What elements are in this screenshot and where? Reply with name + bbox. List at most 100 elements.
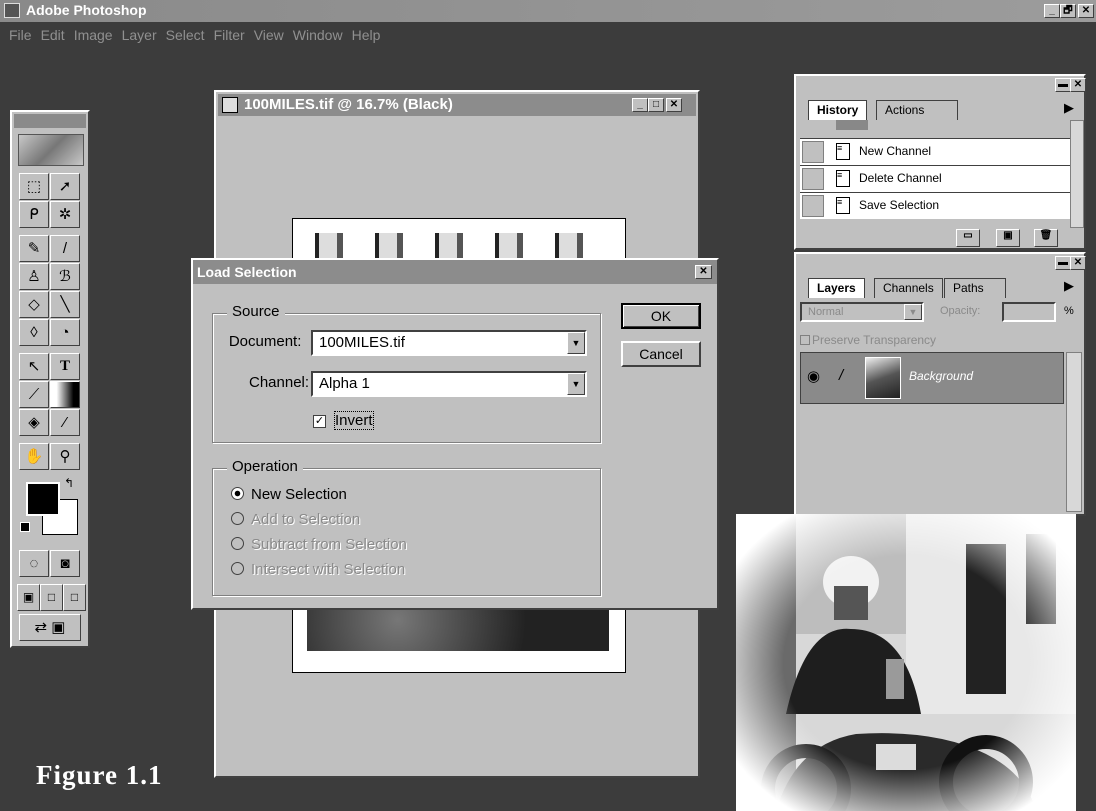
airbrush-tool-icon[interactable]: ✎ <box>19 235 49 262</box>
quick-mask-mode-icon[interactable]: ◙ <box>50 550 80 577</box>
tab-actions[interactable]: Actions <box>876 100 958 120</box>
dialog-close-button[interactable]: ✕ <box>695 265 712 279</box>
standard-screen-icon[interactable]: ▣ <box>17 584 40 611</box>
history-brush-source-box[interactable] <box>802 141 824 163</box>
magic-wand-tool-icon[interactable]: ✲ <box>50 201 80 228</box>
layer-name[interactable]: Background <box>909 369 973 383</box>
tab-layers[interactable]: Layers <box>808 278 865 298</box>
menu-file[interactable]: File <box>9 22 32 48</box>
full-screen-icon[interactable]: □ <box>63 584 86 611</box>
history-brush-source-box[interactable] <box>802 168 824 190</box>
history-item[interactable]: ≡ New Channel <box>800 138 1070 165</box>
doc-close-button[interactable]: ✕ <box>666 98 682 112</box>
tab-history[interactable]: History <box>808 100 868 120</box>
blend-mode-select[interactable]: Normal ▼ <box>800 302 924 322</box>
history-item[interactable]: ≡ Save Selection <box>800 192 1070 219</box>
minimize-button[interactable]: _ <box>1044 4 1060 18</box>
history-brush-tool-icon[interactable]: ℬ <box>50 263 80 290</box>
trash-icon[interactable]: 🗑 <box>1034 229 1058 247</box>
restore-button[interactable]: 🗗 <box>1060 4 1076 18</box>
palette-close-button[interactable]: ✕ <box>1070 78 1086 92</box>
line-tool-icon[interactable]: ╲ <box>50 291 80 318</box>
new-document-icon[interactable]: ▣ <box>996 229 1020 247</box>
cancel-button[interactable]: Cancel <box>621 341 701 367</box>
menu-bar: File Edit Image Layer Select Filter View Window… <box>0 22 1096 48</box>
eye-icon[interactable]: ◉ <box>807 367 820 385</box>
dialog-title: Load Selection <box>197 264 297 280</box>
close-button[interactable]: ✕ <box>1078 4 1094 18</box>
chevron-down-icon[interactable]: ▼ <box>904 304 922 320</box>
document-select[interactable]: 100MILES.tif ▼ <box>311 330 587 356</box>
paintbrush-tool-icon[interactable]: / <box>50 235 80 262</box>
toolbox-title-bar[interactable] <box>14 114 86 128</box>
tab-channels[interactable]: Channels <box>874 278 943 298</box>
layers-scrollbar[interactable] <box>1066 352 1082 512</box>
pen-tool-icon[interactable]: ↖ <box>19 353 49 380</box>
history-scrollbar[interactable] <box>1070 120 1084 228</box>
invert-checkbox[interactable]: ✓ <box>313 415 326 428</box>
menu-filter[interactable]: Filter <box>214 22 245 48</box>
radio-new-selection[interactable]: New Selection <box>231 486 347 503</box>
motorcyclist-photo <box>736 514 1076 811</box>
lasso-tool-icon[interactable]: ᑭ <box>19 201 49 228</box>
operation-label: Operation <box>227 458 303 475</box>
palette-minimize-button[interactable]: ▬ <box>1055 256 1071 270</box>
chevron-down-icon[interactable]: ▼ <box>567 373 585 395</box>
standard-mode-icon[interactable]: ◌ <box>19 550 49 577</box>
dodge-tool-icon[interactable]: ◔ <box>50 319 80 346</box>
eraser-tool-icon[interactable]: ◇ <box>19 291 49 318</box>
chevron-down-icon[interactable]: ▼ <box>567 332 585 354</box>
menu-select[interactable]: Select <box>166 22 205 48</box>
palette-close-button[interactable]: ✕ <box>1070 256 1086 270</box>
radio-intersect-with-selection[interactable]: Intersect with Selection <box>231 561 405 578</box>
brush-icon[interactable]: / <box>839 367 843 384</box>
blur-tool-icon[interactable]: ◊ <box>19 319 49 346</box>
channel-select[interactable]: Alpha 1 ▼ <box>311 371 587 397</box>
marquee-tool-icon[interactable]: ⬚ <box>19 173 49 200</box>
move-tool-icon[interactable]: ➚ <box>50 173 80 200</box>
gradient-tool-icon[interactable] <box>50 381 80 408</box>
menu-view[interactable]: View <box>254 22 284 48</box>
history-item[interactable]: ≡ Delete Channel <box>800 165 1070 192</box>
preserve-transparency-checkbox[interactable] <box>800 335 810 345</box>
rubber-stamp-tool-icon[interactable]: ♙ <box>19 263 49 290</box>
zoom-tool-icon[interactable]: ⚲ <box>50 443 80 470</box>
radio-subtract-from-selection[interactable]: Subtract from Selection <box>231 536 407 553</box>
palette-menu-arrow-icon[interactable]: ▶ <box>1064 278 1074 294</box>
default-colors-icon[interactable] <box>20 522 30 532</box>
hand-tool-icon[interactable]: ✋ <box>19 443 49 470</box>
foreground-color-swatch[interactable] <box>26 482 60 516</box>
new-snapshot-icon[interactable]: ▭ <box>956 229 980 247</box>
menu-image[interactable]: Image <box>74 22 113 48</box>
history-brush-source-box[interactable] <box>802 195 824 217</box>
document-title-bar[interactable]: 100MILES.tif @ 16.7% (Black) _ □ ✕ <box>218 94 696 116</box>
invert-label[interactable]: Invert <box>334 411 374 430</box>
menu-edit[interactable]: Edit <box>41 22 65 48</box>
doc-minimize-button[interactable]: _ <box>632 98 648 112</box>
dialog-title-bar[interactable]: Load Selection ✕ <box>193 260 717 284</box>
menu-window[interactable]: Window <box>293 22 343 48</box>
tab-paths[interactable]: Paths <box>944 278 1006 298</box>
jump-to-imageready-icon[interactable]: ⇄ ▣ <box>19 614 81 641</box>
opacity-field[interactable] <box>1002 302 1056 322</box>
doc-maximize-button[interactable]: □ <box>648 98 664 112</box>
preserve-transparency-label[interactable]: Preserve Transparency <box>812 333 936 347</box>
layer-row-background[interactable]: ◉ / Background <box>800 352 1064 404</box>
history-state-icon: ≡ <box>836 197 850 214</box>
palette-minimize-button[interactable]: ▬ <box>1055 78 1071 92</box>
measure-tool-icon[interactable]: ⟋ <box>19 381 49 408</box>
menu-help[interactable]: Help <box>352 22 381 48</box>
palette-menu-arrow-icon[interactable]: ▶ <box>1064 100 1074 116</box>
ok-button[interactable]: OK <box>621 303 701 329</box>
paint-bucket-tool-icon[interactable]: ◈ <box>19 409 49 436</box>
document-title: 100MILES.tif @ 16.7% (Black) <box>244 96 453 113</box>
type-tool-icon[interactable]: T <box>50 353 80 380</box>
adobe-eye-icon[interactable] <box>18 134 84 166</box>
full-screen-menu-icon[interactable]: □ <box>40 584 63 611</box>
radio-add-to-selection[interactable]: Add to Selection <box>231 511 360 528</box>
history-snapshot-thumb <box>836 120 868 130</box>
menu-layer[interactable]: Layer <box>122 22 157 48</box>
app-title: Adobe Photoshop <box>26 2 147 18</box>
swap-colors-icon[interactable]: ↰ <box>64 476 74 490</box>
eyedropper-tool-icon[interactable]: ⁄ <box>50 409 80 436</box>
